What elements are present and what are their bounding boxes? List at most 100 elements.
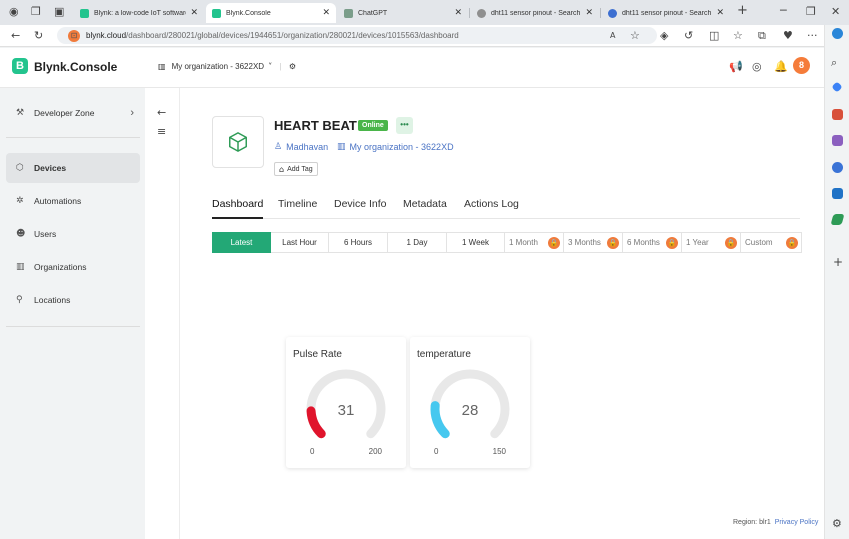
minimize-icon[interactable]: ─	[780, 4, 787, 18]
cube-icon: ⬡	[16, 163, 24, 173]
address-bar[interactable]: ⊡ blynk.cloud/dashboard/280021/global/de…	[57, 27, 657, 44]
menu-icon[interactable]: ≡	[157, 125, 166, 139]
tab-dashboard[interactable]: Dashboard	[212, 198, 264, 219]
sidebar-divider	[6, 137, 140, 138]
read-aloud-icon[interactable]: A	[610, 29, 615, 43]
profile-icon[interactable]: ◉	[9, 5, 19, 19]
games-icon[interactable]	[832, 135, 843, 146]
blynk-logo[interactable]: B	[12, 58, 28, 74]
main-toolbar: ← ≡	[145, 88, 180, 539]
organization-selector[interactable]: ▥ My organization - 3622XD ˅ | ⚙	[158, 62, 296, 71]
notifications-bell-icon[interactable]: 🔔	[774, 60, 788, 73]
user-avatar[interactable]: 8	[793, 57, 810, 74]
sidebar-item-label: Devices	[34, 163, 67, 173]
refresh-icon[interactable]: ↻	[34, 29, 43, 43]
tab-dht11-image-search[interactable]: dht11 sensor pinout - Search Im ✕	[602, 3, 730, 23]
copilot-icon[interactable]	[832, 28, 843, 39]
org-settings-icon[interactable]: ⚙	[289, 62, 296, 71]
search-icon[interactable]: ⌕	[831, 56, 837, 70]
more-options-button[interactable]: •••	[396, 117, 413, 134]
sidebar-item-label: Locations	[34, 295, 71, 305]
range-1-day-button[interactable]: 1 Day	[388, 232, 447, 253]
range-label: Custom	[745, 238, 773, 247]
tab-dht11-search[interactable]: dht11 sensor pinout - Search ✕	[471, 3, 599, 23]
sidebar-item-label: Users	[34, 229, 57, 239]
range-3-months-button[interactable]: 3 Months 🔒	[564, 232, 623, 253]
range-6-months-button[interactable]: 6 Months 🔒	[623, 232, 682, 253]
close-tab-icon[interactable]: ✕	[585, 8, 593, 18]
split-screen-icon[interactable]: ◫	[709, 29, 719, 43]
back-icon[interactable]: ←	[11, 29, 20, 43]
sidebar-item-devices[interactable]: ⬡ Devices	[6, 153, 140, 183]
site-info-icon[interactable]: ⊡	[68, 29, 80, 42]
add-app-icon[interactable]: +	[833, 255, 843, 269]
tab-blynk-console[interactable]: Blynk.Console ✕	[206, 3, 336, 23]
location-pin-icon: ⚲	[16, 295, 23, 305]
range-1-week-button[interactable]: 1 Week	[447, 232, 505, 253]
shopping-icon[interactable]	[832, 109, 843, 120]
add-tag-button[interactable]: ⌂ Add Tag	[274, 162, 318, 176]
sidebar-item-developer-zone[interactable]: ⚒ Developer Zone ›	[6, 98, 140, 128]
chevron-right-icon: ›	[130, 107, 134, 119]
microsoft-365-icon[interactable]	[832, 162, 843, 173]
range-1-month-button[interactable]: 1 Month 🔒	[505, 232, 564, 253]
sidebar-settings-icon[interactable]: ⚙	[832, 517, 842, 531]
help-icon[interactable]: ◎	[752, 60, 762, 73]
privacy-policy-link[interactable]: Privacy Policy	[775, 519, 819, 526]
tab-actions-log[interactable]: Actions Log	[464, 198, 519, 210]
close-window-icon[interactable]: ✕	[831, 5, 840, 19]
collections-icon[interactable]: ⧉	[758, 29, 766, 43]
extension-shield-icon[interactable]: ◈	[660, 29, 668, 43]
close-tab-icon[interactable]: ✕	[322, 8, 330, 18]
range-label: 1 Day	[406, 238, 428, 247]
lock-icon: 🔒	[725, 236, 737, 249]
tab-separator	[600, 8, 601, 18]
device-owner-link[interactable]: ♙ Madhavan	[274, 142, 328, 152]
range-1-year-button[interactable]: 1 Year 🔒	[682, 232, 741, 253]
browser-essentials-icon[interactable]: ♥	[783, 29, 793, 43]
tab-chatgpt[interactable]: ChatGPT ✕	[338, 3, 468, 23]
favorites-icon[interactable]: ☆	[733, 29, 743, 43]
close-tab-icon[interactable]: ✕	[716, 8, 724, 18]
blynk-favicon-icon	[212, 8, 221, 18]
new-tab-button[interactable]: +	[737, 4, 748, 18]
app-sidebar: ⚒ Developer Zone › ⬡ Devices ✲ Automatio…	[0, 88, 145, 539]
close-tab-icon[interactable]: ✕	[190, 8, 198, 18]
gauge-min: 0	[434, 447, 439, 456]
temperature-gauge-widget[interactable]: temperature 28 0 150	[410, 337, 530, 468]
pulse-rate-gauge-widget[interactable]: Pulse Rate 31 0 200	[286, 337, 406, 468]
sidebar-item-locations[interactable]: ⚲ Locations	[6, 285, 140, 315]
gauge-min: 0	[310, 447, 315, 456]
tab-blynk-home[interactable]: Blynk: a low-code IoT software p ✕	[74, 3, 204, 23]
automation-icon: ✲	[16, 196, 24, 206]
range-6-hours-button[interactable]: 6 Hours	[329, 232, 388, 253]
announcements-icon[interactable]: 📢	[729, 60, 743, 73]
settings-more-icon[interactable]: ···	[807, 29, 818, 43]
tab-actions-icon[interactable]: ▣	[54, 5, 64, 19]
back-arrow-icon[interactable]: ←	[157, 106, 166, 120]
tab-timeline[interactable]: Timeline	[278, 198, 317, 210]
building-icon: ▥	[337, 142, 346, 152]
restore-icon[interactable]: ❐	[806, 5, 816, 19]
range-last-hour-button[interactable]: Last Hour	[271, 232, 329, 253]
range-latest-button[interactable]: Latest	[212, 232, 271, 253]
sidebar-item-users[interactable]: ☻ Users	[6, 219, 140, 249]
close-tab-icon[interactable]: ✕	[454, 8, 462, 18]
range-custom-button[interactable]: Custom 🔒	[741, 232, 802, 253]
sidebar-item-automations[interactable]: ✲ Automations	[6, 186, 140, 216]
organization-name: My organization - 3622XD	[349, 142, 454, 152]
device-organization-link[interactable]: ▥ My organization - 3622XD	[337, 142, 454, 152]
sidebar-item-organizations[interactable]: ▥ Organizations	[6, 252, 140, 282]
outlook-icon[interactable]	[832, 188, 843, 199]
workspaces-icon[interactable]: ❐	[31, 5, 41, 19]
brand-name[interactable]: Blynk.Console	[34, 60, 117, 74]
tab-metadata[interactable]: Metadata	[403, 198, 447, 210]
lock-icon: 🔒	[607, 236, 619, 249]
extension-icon[interactable]: ↺	[684, 29, 693, 43]
tab-device-info[interactable]: Device Info	[334, 198, 387, 210]
edge-sidebar: ⌕ + ⚙	[824, 25, 849, 539]
favorite-star-icon[interactable]: ☆	[630, 29, 640, 43]
tag-icon[interactable]	[831, 81, 843, 93]
url-path: /dashboard/280021/global/devices/1944651…	[126, 31, 459, 40]
designer-icon[interactable]	[830, 214, 845, 225]
